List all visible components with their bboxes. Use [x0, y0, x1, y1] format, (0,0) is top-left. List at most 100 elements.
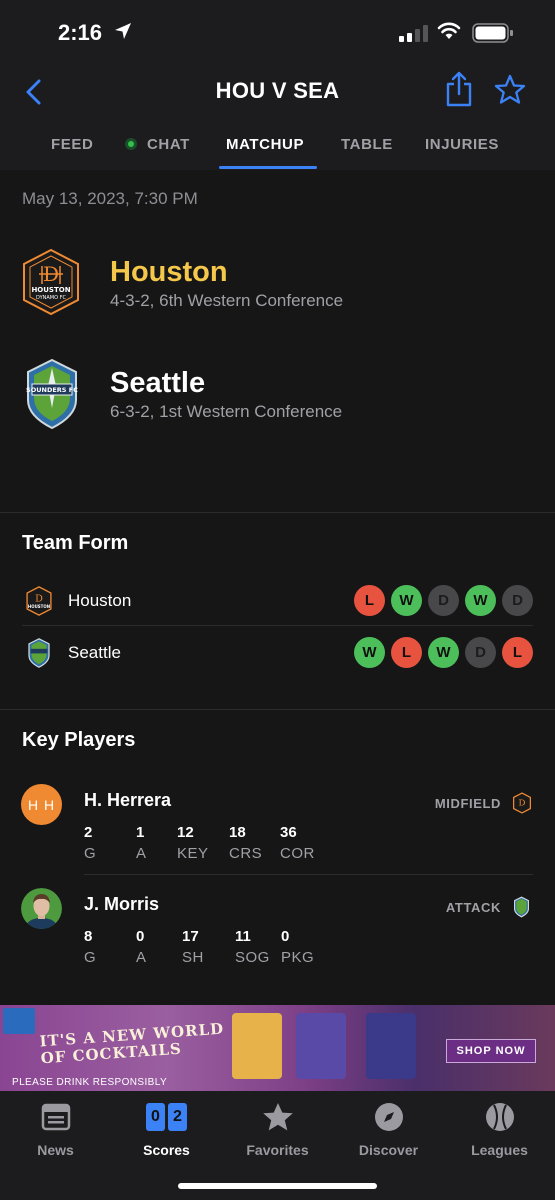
team-form-title: Team Form [22, 532, 129, 554]
svg-text:D: D [519, 798, 526, 808]
stat-value: 0 [281, 928, 290, 945]
player-position: ATTACK [445, 900, 501, 915]
stat-label: COR [280, 845, 315, 862]
nav-news[interactable]: News [0, 1101, 111, 1158]
team-name-seattle[interactable]: Seattle [110, 367, 205, 400]
stat-value: 18 [229, 824, 246, 841]
team-record-seattle: 6-3-2, 1st Western Conference [110, 402, 343, 421]
stat-value: 17 [182, 928, 199, 945]
player-card-morris[interactable]: J. Morris ATTACK 8G 0A 17 SH 11 SOG 0 PKG [0, 876, 555, 976]
ad-choices-icon[interactable] [3, 1008, 35, 1034]
seattle-sounders-logo-icon [28, 638, 50, 668]
form-result-draw: D [502, 585, 533, 616]
tab-chat-label: CHAT [147, 136, 190, 153]
svg-text:D: D [35, 593, 43, 604]
seattle-sounders-logo-icon [514, 896, 529, 918]
form-result-win: W [428, 637, 459, 668]
ad-shop-now-button[interactable]: SHOP NOW [446, 1039, 536, 1063]
tab-matchup[interactable]: MATCHUP [226, 136, 304, 153]
houston-dynamo-logo-icon: D HOUSTON [26, 586, 52, 616]
form-team-name: Houston [68, 591, 132, 610]
matchup-content: May 13, 2023, 7:30 PM D HOUSTON DYNAMO F… [0, 170, 555, 1005]
news-icon [41, 1103, 70, 1131]
player-stat: 0 PKG [281, 928, 314, 966]
team-name-houston[interactable]: Houston [110, 256, 228, 289]
share-icon[interactable] [444, 70, 474, 108]
tab-table[interactable]: TABLE [341, 136, 393, 153]
ball-icon [485, 1103, 514, 1131]
nav-label: Discover [358, 1142, 419, 1158]
tab-feed-label: FEED [51, 136, 94, 153]
stat-value: 2 [84, 824, 93, 841]
player-stat: 2G [84, 824, 96, 862]
stat-value: 12 [177, 824, 194, 841]
ad-disclaimer: PLEASE DRINK RESPONSIBLY [12, 1077, 168, 1088]
player-stat: 1A [136, 824, 147, 862]
stat-value: 1 [136, 824, 145, 841]
nav-discover[interactable]: Discover [333, 1101, 444, 1158]
stat-label: A [136, 949, 147, 966]
tab-table-label: TABLE [341, 136, 393, 153]
form-result-loss: L [354, 585, 385, 616]
stat-value: 8 [84, 928, 93, 945]
player-stat: 18 CRS [229, 824, 262, 862]
status-time: 2:16 [58, 20, 103, 45]
product-can-image [232, 1013, 282, 1079]
scores-icon: 0 2 [111, 1101, 222, 1133]
wifi-icon [437, 22, 461, 39]
product-can-image [366, 1013, 416, 1079]
form-result-loss: L [502, 637, 533, 668]
seattle-sounders-logo-icon[interactable]: SOUNDERS FC [26, 358, 78, 430]
compass-icon [374, 1103, 403, 1131]
player-card-herrera[interactable]: H H H. Herrera MIDFIELD D 2G 1A 12 KEY 18… [0, 772, 555, 872]
battery-icon [472, 23, 513, 43]
form-result-win: W [465, 585, 496, 616]
form-result-win: W [354, 637, 385, 668]
nav-label: News [37, 1142, 74, 1158]
stat-value: 0 [136, 928, 145, 945]
status-bar: 2:16 [0, 0, 555, 62]
player-stat: 17 SH [182, 928, 204, 966]
tab-injuries[interactable]: INJURIES [425, 136, 499, 153]
player-name: H. Herrera [84, 790, 172, 810]
svg-text:HOUSTON: HOUSTON [28, 604, 50, 609]
form-results: L W D W D [354, 585, 533, 616]
team-form-row-houston[interactable]: D HOUSTON Houston L W D W D [0, 574, 555, 626]
nav-label: Scores [143, 1142, 190, 1158]
stat-label: PKG [281, 949, 315, 966]
stat-label: G [84, 949, 97, 966]
svg-text:DYNAMO FC: DYNAMO FC [36, 295, 67, 301]
section-divider [0, 709, 555, 710]
home-indicator[interactable] [178, 1183, 377, 1189]
player-stat: 36 COR [280, 824, 315, 862]
row-divider [84, 874, 533, 875]
score-digit: 2 [168, 1103, 187, 1131]
ad-banner[interactable]: IT'S A NEW WORLD OF COCKTAILS SHOP NOW P… [0, 1005, 555, 1091]
section-divider [0, 512, 555, 513]
player-name: J. Morris [84, 894, 160, 914]
stat-label: CRS [229, 845, 263, 862]
cellular-signal-icon [399, 25, 428, 42]
nav-label: Favorites [246, 1142, 309, 1158]
player-stat: 11 SOG [235, 928, 270, 966]
location-arrow-icon [115, 23, 131, 39]
tab-injuries-label: INJURIES [425, 136, 499, 153]
houston-dynamo-logo-icon: D [513, 792, 531, 814]
team-record-houston: 4-3-2, 6th Western Conference [110, 291, 344, 310]
favorite-star-icon[interactable] [494, 74, 526, 104]
app-header: HOU V SEA FEED CHAT MATCHUP TABLE INJURI… [0, 62, 555, 170]
form-result-draw: D [428, 585, 459, 616]
player-stat: 8G [84, 928, 96, 966]
tab-chat[interactable]: CHAT [125, 136, 190, 153]
nav-scores[interactable]: 0 2 Scores [111, 1101, 222, 1158]
product-can-image [296, 1013, 346, 1079]
team-form-row-seattle[interactable]: Seattle W L W D L [0, 626, 555, 678]
form-result-win: W [391, 585, 422, 616]
stat-label: SOG [235, 949, 270, 966]
houston-dynamo-logo-icon[interactable]: D HOUSTON DYNAMO FC [22, 248, 80, 316]
stat-label: G [84, 845, 97, 862]
player-stat: 0A [136, 928, 147, 966]
nav-favorites[interactable]: Favorites [222, 1101, 333, 1158]
tab-feed[interactable]: FEED [51, 136, 93, 153]
nav-leagues[interactable]: Leagues [444, 1101, 555, 1158]
